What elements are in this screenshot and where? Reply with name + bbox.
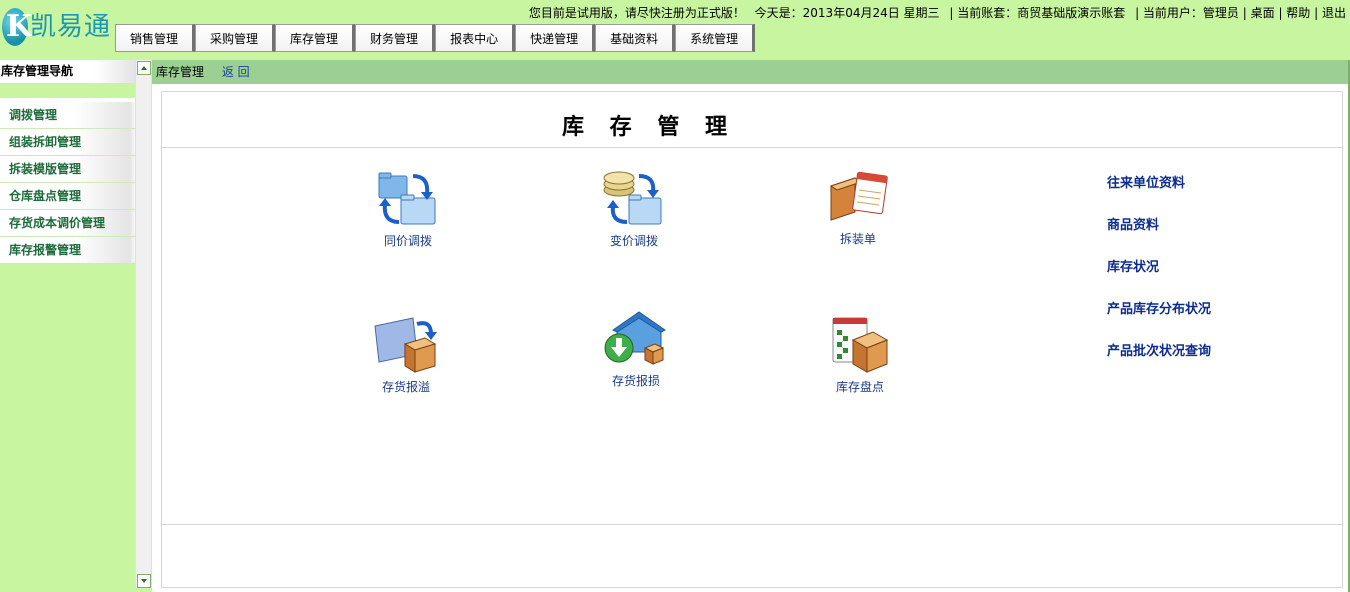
today-date: 今天是：2013年04月24日 星期三 <box>754 6 940 20</box>
logout-link[interactable]: | 退出 <box>1314 6 1346 20</box>
menu-system[interactable]: 系统管理 <box>675 24 756 52</box>
current-account: | 当前账套：商贸基础版演示账套 <box>949 6 1126 20</box>
logo: K 凯易通 <box>2 4 112 48</box>
sidebar-item-cost-adjust[interactable]: 存货成本调价管理 <box>0 210 135 237</box>
panel-divider <box>162 524 1342 525</box>
page-title: 库 存 管 理 <box>162 92 1342 148</box>
box-checklist-icon <box>832 317 889 373</box>
sidebar-item-assembly-template[interactable]: 拆装模版管理 <box>0 156 135 183</box>
sidebar-title: 库存管理导航 <box>0 60 135 84</box>
breadcrumb: 库存管理 返 回 <box>152 60 1348 84</box>
sidebar-item-stock-alert[interactable]: 库存报警管理 <box>0 237 135 264</box>
arrow-up-icon <box>141 66 147 70</box>
top-info-bar: 您目前是试用版，请尽快注册为正式版！ 今天是：2013年04月24日 星期三 |… <box>523 4 1346 21</box>
sidebar: 库存管理导航 调拨管理 组装拆卸管理 拆装模版管理 仓库盘点管理 存货成本调价管… <box>0 60 135 592</box>
menu-finance[interactable]: 财务管理 <box>355 24 436 52</box>
sidebar-spacer <box>0 84 135 98</box>
tool-label: 库存盘点 <box>835 380 884 394</box>
link-stock-distribution[interactable]: 产品库存分布状况 <box>1107 298 1211 340</box>
back-link[interactable]: 返 回 <box>222 65 250 79</box>
tool-stock-overflow[interactable]: 存货报溢 <box>356 314 456 395</box>
scroll-up-button[interactable] <box>137 61 151 75</box>
tool-same-price-transfer[interactable]: 同价调拨 <box>358 168 458 249</box>
sidebar-list: 调拨管理 组装拆卸管理 拆装模版管理 仓库盘点管理 存货成本调价管理 库存报警管… <box>0 98 135 264</box>
menu-purchase[interactable]: 采购管理 <box>195 24 276 52</box>
main-content: 库存管理 返 回 库 存 管 理 同价调拨 变价调拨 拆装单 存货报溢 存货报损… <box>152 60 1348 592</box>
breadcrumb-current: 库存管理 <box>156 65 205 79</box>
quick-links: 往来单位资料 商品资料 库存状况 产品库存分布状况 产品批次状况查询 <box>1107 172 1211 382</box>
trial-notice: 您目前是试用版，请尽快注册为正式版！ <box>528 6 745 20</box>
help-link[interactable]: | 帮助 <box>1278 6 1310 20</box>
tool-label: 变价调拨 <box>609 234 658 248</box>
menu-sales[interactable]: 销售管理 <box>115 24 196 52</box>
box-overflow-icon <box>374 317 437 373</box>
folder-transfer-icon <box>378 172 436 225</box>
sidebar-item-stocktake[interactable]: 仓库盘点管理 <box>0 183 135 210</box>
tool-label: 存货报损 <box>611 374 660 388</box>
logo-letter: K <box>6 9 33 44</box>
sidebar-item-assembly[interactable]: 组装拆卸管理 <box>0 129 135 156</box>
sidebar-item-transfer[interactable]: 调拨管理 <box>0 102 135 129</box>
box-notepad-icon <box>829 171 888 221</box>
tool-stocktake[interactable]: 库存盘点 <box>810 314 910 395</box>
tool-disassembly-order[interactable]: 拆装单 <box>808 166 908 247</box>
vertical-scrollbar[interactable] <box>135 60 151 588</box>
menu-reports[interactable]: 报表中心 <box>435 24 516 52</box>
desktop-link[interactable]: | 桌面 <box>1243 6 1275 20</box>
tool-label: 同价调拨 <box>383 234 432 248</box>
house-download-icon <box>604 311 666 365</box>
link-stock-status[interactable]: 库存状况 <box>1107 256 1211 298</box>
tool-stock-loss[interactable]: 存货报损 <box>586 308 686 389</box>
tool-price-change-transfer[interactable]: 变价调拨 <box>584 168 684 249</box>
tool-label: 拆装单 <box>839 232 876 246</box>
link-product-data[interactable]: 商品资料 <box>1107 214 1211 256</box>
link-batch-query[interactable]: 产品批次状况查询 <box>1107 340 1211 382</box>
main-menu: 销售管理 采购管理 库存管理 财务管理 报表中心 快递管理 基础资料 系统管理 <box>115 24 756 52</box>
link-partner-data[interactable]: 往来单位资料 <box>1107 172 1211 214</box>
coins-transfer-icon <box>603 171 662 225</box>
logo-text: 凯易通 <box>30 12 112 42</box>
scroll-down-button[interactable] <box>137 574 151 588</box>
tool-label: 存货报溢 <box>381 380 430 394</box>
menu-basic-data[interactable]: 基础资料 <box>595 24 676 52</box>
menu-inventory[interactable]: 库存管理 <box>275 24 356 52</box>
header: K 凯易通 您目前是试用版，请尽快注册为正式版！ 今天是：2013年04月24日… <box>0 0 1350 56</box>
current-user: | 当前用户：管理员 <box>1135 6 1239 20</box>
menu-express[interactable]: 快递管理 <box>515 24 596 52</box>
arrow-down-icon <box>141 579 147 583</box>
inventory-panel: 库 存 管 理 同价调拨 变价调拨 拆装单 存货报溢 存货报损 库存盘点 往来单… <box>161 91 1343 588</box>
app-window: K 凯易通 您目前是试用版，请尽快注册为正式版！ 今天是：2013年04月24日… <box>0 0 1350 592</box>
